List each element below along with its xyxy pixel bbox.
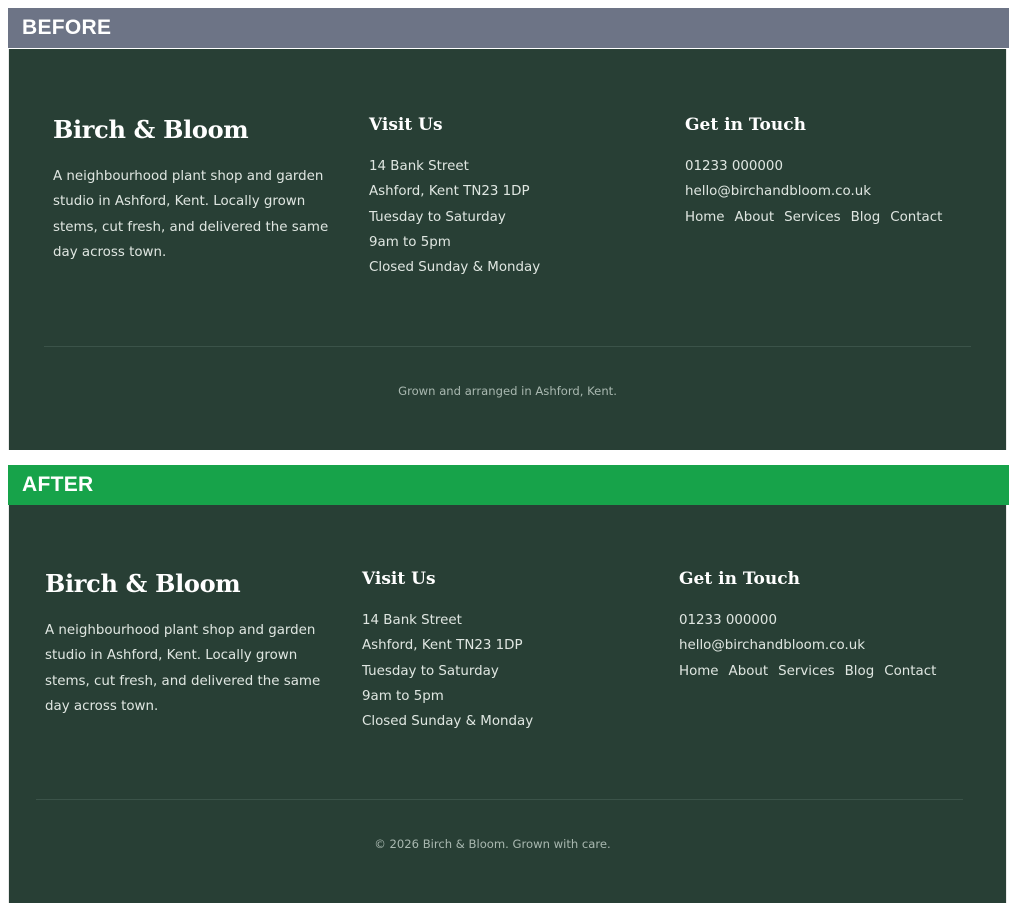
nav-home-link[interactable]: Home [685,205,725,230]
nav-blog-link[interactable]: Blog [851,205,881,230]
address-line: 14 Bank Street [362,613,462,628]
hours-line: Closed Sunday & Monday [369,260,541,276]
nav-about-link[interactable]: About [735,205,775,230]
brand-name: Birch & Bloom [45,569,241,598]
phone-link[interactable]: 01233 000000 [679,608,936,633]
after-label: AFTER [8,465,1009,505]
before-contact-column: Get in Touch 01233 000000 hello@birchand… [685,115,942,230]
copyright-text: Grown and arranged in Ashford, Kent. [398,384,617,398]
contact-heading: Get in Touch [685,115,806,135]
address-line: Ashford, Kent TN23 1DP [369,184,530,200]
visit-heading: Visit Us [362,569,436,589]
before-label: BEFORE [8,8,1009,48]
nav-about-link[interactable]: About [729,659,769,684]
email-link[interactable]: hello@birchandbloom.co.uk [685,179,942,204]
after-contact-column: Get in Touch 01233 000000 hello@birchand… [679,569,936,684]
footer-divider [44,346,971,347]
nav-contact-link[interactable]: Contact [890,205,942,230]
visit-heading: Visit Us [369,115,443,135]
nav-services-link[interactable]: Services [784,205,840,230]
email-link[interactable]: hello@birchandbloom.co.uk [679,633,936,658]
footer-nav: Home About Services Blog Contact [685,205,942,230]
hours-line: Tuesday to Saturday [362,663,499,679]
hours-line: Tuesday to Saturday [369,209,506,225]
visit-lines: 14 Bank Street Ashford, Kent TN23 1DP Tu… [362,608,533,734]
brand-description: A neighbourhood plant shop and garden st… [45,623,321,714]
contact-lines: 01233 000000 hello@birchandbloom.co.uk H… [679,608,936,684]
address-line: 14 Bank Street [369,159,469,174]
nav-home-link[interactable]: Home [679,659,719,684]
address-line: Ashford, Kent TN23 1DP [362,638,523,654]
nav-services-link[interactable]: Services [778,659,834,684]
copyright-text: © 2026 Birch & Bloom. Grown with care. [374,837,611,851]
nav-contact-link[interactable]: Contact [884,659,936,684]
contact-lines: 01233 000000 hello@birchandbloom.co.uk H… [685,154,942,230]
phone-link[interactable]: 01233 000000 [685,154,942,179]
hours-line: 9am to 5pm [362,688,444,704]
after-brand-column: Birch & Bloom A neighbourhood plant shop… [45,569,329,719]
hours-line: 9am to 5pm [369,234,451,250]
after-visit-column: Visit Us 14 Bank Street Ashford, Kent TN… [362,569,533,734]
brand-name: Birch & Bloom [53,115,249,144]
footer-divider [36,799,963,800]
contact-heading: Get in Touch [679,569,800,589]
hours-line: Closed Sunday & Monday [362,714,534,730]
nav-blog-link[interactable]: Blog [845,659,875,684]
visit-lines: 14 Bank Street Ashford, Kent TN23 1DP Tu… [369,154,540,280]
brand-description: A neighbourhood plant shop and garden st… [53,169,329,260]
before-brand-column: Birch & Bloom A neighbourhood plant shop… [53,115,337,265]
footer-nav: Home About Services Blog Contact [679,659,936,684]
before-footer: Birch & Bloom A neighbourhood plant shop… [8,49,1007,450]
after-footer: Birch & Bloom A neighbourhood plant shop… [8,505,1007,903]
before-visit-column: Visit Us 14 Bank Street Ashford, Kent TN… [369,115,540,280]
